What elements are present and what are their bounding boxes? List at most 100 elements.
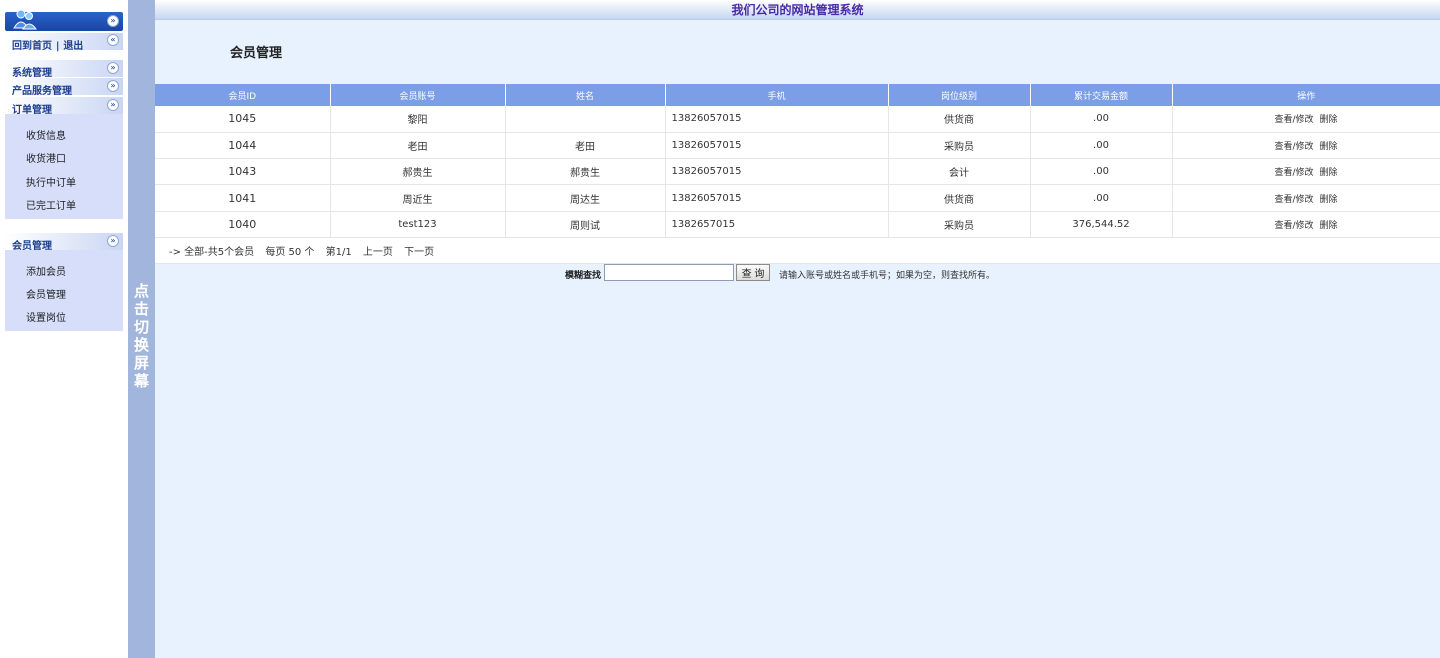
chevron-down-icon[interactable]: »: [107, 99, 119, 111]
logout-link[interactable]: 退出: [63, 41, 83, 52]
switch-char: 切: [133, 318, 149, 336]
column-header: 操作: [1172, 84, 1440, 106]
column-header: 姓名: [505, 84, 666, 106]
sidebar-section-products-label[interactable]: 产品服务管理: [12, 82, 72, 97]
cell-actions: 查看/修改 删除: [1172, 211, 1440, 238]
cell-member-id: 1043: [155, 158, 331, 186]
cell-role: 供货商: [888, 184, 1031, 212]
sidebar-item-completed-orders[interactable]: 已完工订单: [26, 197, 76, 212]
switch-screen-label: 点 击 切 换 屏 幕: [128, 282, 155, 390]
view-edit-link[interactable]: 查看/修改: [1274, 195, 1313, 205]
view-edit-link[interactable]: 查看/修改: [1274, 168, 1313, 178]
cell-phone: 13826057015: [665, 106, 889, 133]
cell-member-id: 1044: [155, 132, 331, 160]
cell-name: 老田: [505, 132, 666, 160]
table-row: 1040 test123 周则试 1382657015 采购员 376,544.…: [155, 211, 1440, 238]
collapse-sidebar-icon[interactable]: «: [107, 34, 119, 46]
cell-member-id: 1045: [155, 106, 331, 133]
switch-char: 击: [133, 300, 149, 318]
cell-account: 黎阳: [330, 106, 506, 133]
sidebar-item-active-orders[interactable]: 执行中订单: [26, 174, 76, 189]
cell-name: 周达生: [505, 184, 666, 212]
cell-name: [505, 106, 666, 133]
sidebar-item-shipping-info[interactable]: 收货信息: [26, 127, 66, 142]
search-input[interactable]: [604, 264, 734, 281]
delete-link[interactable]: 删除: [1320, 195, 1338, 205]
view-edit-link[interactable]: 查看/修改: [1274, 142, 1313, 152]
chevron-down-icon[interactable]: »: [107, 80, 119, 92]
cell-phone: 13826057015: [665, 132, 889, 160]
home-logout: 回到首页 | 退出: [12, 37, 83, 52]
chevron-down-icon[interactable]: »: [107, 62, 119, 74]
cell-name: 郝贵生: [505, 158, 666, 186]
column-header: 累计交易金额: [1030, 84, 1173, 106]
sidebar-item-member-management[interactable]: 会员管理: [26, 286, 66, 301]
pager-summary: -> 全部-共5个会员: [169, 247, 255, 259]
delete-link[interactable]: 删除: [1320, 168, 1338, 178]
pager-page: 第1/1: [325, 247, 352, 259]
cell-actions: 查看/修改 删除: [1172, 132, 1440, 160]
link-separator: |: [55, 41, 60, 52]
page-title: 会员管理: [230, 46, 283, 61]
search-bar: 模糊查找 查 询 请输入账号或姓名或手机号；如果为空，则查找所有。: [155, 264, 1440, 282]
column-header: 会员账号: [330, 84, 506, 106]
cell-role: 供货商: [888, 106, 1031, 133]
cell-amount: .00: [1030, 106, 1173, 133]
column-header: 岗位级别: [888, 84, 1031, 106]
cell-amount: .00: [1030, 158, 1173, 186]
switch-char: 换: [133, 336, 149, 354]
search-button[interactable]: 查 询: [736, 264, 770, 281]
system-title: 我们公司的网站管理系统: [731, 3, 864, 17]
sidebar-section-system-label[interactable]: 系统管理: [12, 64, 52, 79]
pager: -> 全部-共5个会员 每页 50 个 第1/1 上一页 下一页: [155, 237, 1440, 265]
next-page-link[interactable]: 下一页: [404, 247, 434, 258]
sidebar-item-set-position[interactable]: 设置岗位: [26, 309, 66, 324]
cell-role: 采购员: [888, 211, 1031, 238]
column-header: 手机: [665, 84, 889, 106]
delete-link[interactable]: 删除: [1320, 142, 1338, 152]
cell-role: 采购员: [888, 132, 1031, 160]
cell-account: test123: [330, 211, 506, 238]
pager-per-page: 每页 50 个: [265, 247, 315, 259]
column-header: 会员ID: [155, 84, 331, 106]
expand-all-icon[interactable]: »: [107, 15, 119, 27]
delete-link[interactable]: 删除: [1320, 221, 1338, 231]
top-header: 我们公司的网站管理系统: [155, 0, 1440, 20]
cell-phone: 13826057015: [665, 184, 889, 212]
cell-actions: 查看/修改 删除: [1172, 106, 1440, 133]
cell-member-id: 1041: [155, 184, 331, 212]
switch-screen-bar[interactable]: 点 击 切 换 屏 幕: [128, 0, 155, 658]
table-row: 1043 郝贵生 郝贵生 13826057015 会计 .00 查看/修改 删除: [155, 158, 1440, 186]
table-row: 1041 周近生 周达生 13826057015 供货商 .00 查看/修改 删除: [155, 184, 1440, 212]
search-label: 模糊查找: [565, 271, 602, 281]
view-edit-link[interactable]: 查看/修改: [1274, 115, 1313, 125]
sidebar-item-shipping-ports[interactable]: 收货港口: [26, 150, 66, 165]
cell-amount: 376,544.52: [1030, 211, 1173, 238]
cell-amount: .00: [1030, 132, 1173, 160]
cell-phone: 13826057015: [665, 158, 889, 186]
chevron-down-icon[interactable]: »: [107, 235, 119, 247]
sidebar-item-add-member[interactable]: 添加会员: [26, 263, 66, 278]
cell-amount: .00: [1030, 184, 1173, 212]
table-header-row: 会员ID 会员账号 姓名 手机 岗位级别 累计交易金额 操作: [155, 84, 1440, 106]
switch-char: 幕: [133, 372, 149, 390]
main-content: 我们公司的网站管理系统 会员管理 会员ID 会员账号 姓名 手机 岗位级别 累计…: [155, 0, 1440, 658]
cell-name: 周则试: [505, 211, 666, 238]
member-table: 会员ID 会员账号 姓名 手机 岗位级别 累计交易金额 操作 1045 黎阳 1…: [155, 84, 1440, 265]
table-row: 1044 老田 老田 13826057015 采购员 .00 查看/修改 删除: [155, 132, 1440, 160]
sidebar: » 回到首页 | 退出 « 系统管理 » 产品服务管理 » 订单管理 » 收货信…: [0, 0, 128, 658]
switch-char: 屏: [133, 354, 149, 372]
home-link[interactable]: 回到首页: [12, 41, 52, 52]
pager-row: -> 全部-共5个会员 每页 50 个 第1/1 上一页 下一页: [155, 237, 1440, 265]
cell-account: 周近生: [330, 184, 506, 212]
view-edit-link[interactable]: 查看/修改: [1274, 221, 1313, 231]
cell-account: 郝贵生: [330, 158, 506, 186]
users-logo-icon: [13, 9, 37, 30]
delete-link[interactable]: 删除: [1320, 115, 1338, 125]
cell-role: 会计: [888, 158, 1031, 186]
table-row: 1045 黎阳 13826057015 供货商 .00 查看/修改 删除: [155, 106, 1440, 133]
cell-member-id: 1040: [155, 211, 331, 238]
search-hint: 请输入账号或姓名或手机号；如果为空，则查找所有。: [779, 271, 996, 281]
cell-actions: 查看/修改 删除: [1172, 184, 1440, 212]
prev-page-link[interactable]: 上一页: [363, 247, 393, 258]
